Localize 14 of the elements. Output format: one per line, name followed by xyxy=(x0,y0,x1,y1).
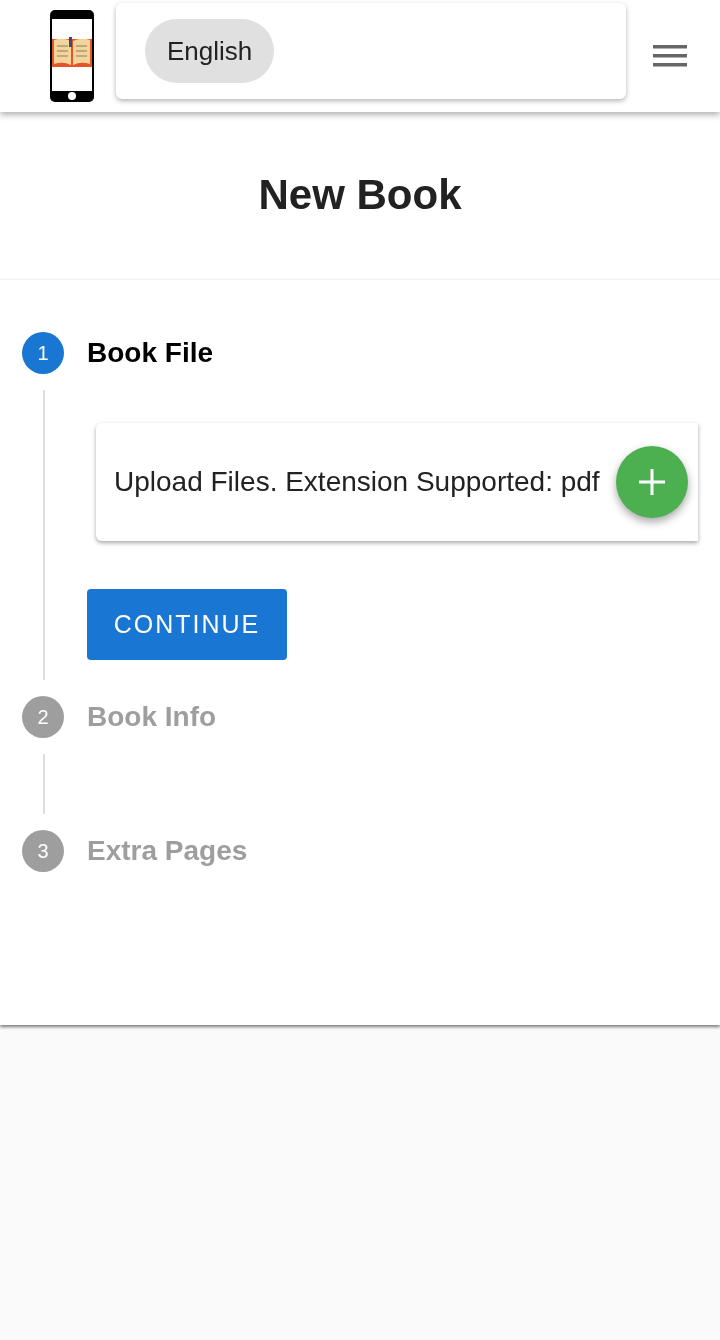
language-chip[interactable]: English xyxy=(145,19,275,83)
page-title: New Book xyxy=(258,171,462,219)
continue-button[interactable]: CONTINUE xyxy=(87,589,287,660)
plus-icon xyxy=(639,469,665,495)
step-label[interactable]: Book File xyxy=(87,337,213,369)
phone-book-logo-icon xyxy=(49,9,95,103)
menu-icon[interactable] xyxy=(653,44,687,68)
step-number: 2 xyxy=(22,696,64,738)
step-label[interactable]: Book Info xyxy=(87,701,217,733)
step-label[interactable]: Extra Pages xyxy=(87,835,248,867)
step-number: 1 xyxy=(22,332,64,374)
add-file-button[interactable] xyxy=(616,446,688,518)
upload-text: Upload Files. Extension Supported: pdf xyxy=(114,466,600,498)
step-number: 3 xyxy=(22,830,64,872)
